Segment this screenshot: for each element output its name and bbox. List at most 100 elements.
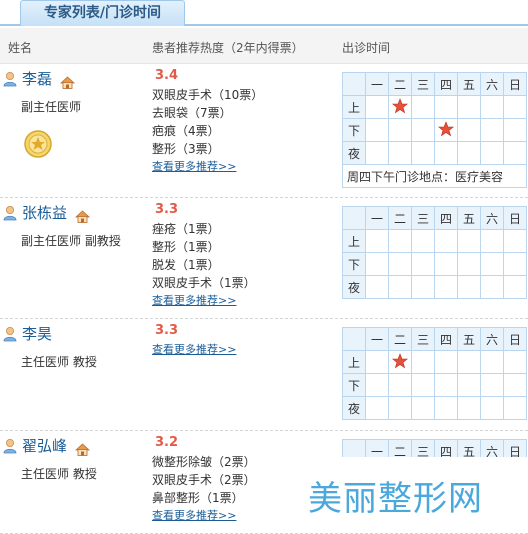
list-header: 姓名 患者推荐热度（2年内得票） 出诊时间 xyxy=(0,28,528,64)
schedule-period-label: 下 xyxy=(342,373,366,397)
schedule-cell xyxy=(388,141,412,165)
schedule-cell xyxy=(411,141,435,165)
home-page-icon[interactable] xyxy=(74,441,91,460)
schedule-cell xyxy=(411,373,435,397)
schedule-cell xyxy=(480,95,504,119)
tab-expert-list[interactable]: 专家列表/门诊时间 xyxy=(20,0,185,26)
header-name: 姓名 xyxy=(8,41,33,55)
schedule-cell xyxy=(503,141,527,165)
watermark-text: 美丽整形网 xyxy=(308,479,483,519)
schedule-cell xyxy=(411,118,435,142)
schedule-cell xyxy=(480,141,504,165)
schedule-day-header: 一 xyxy=(365,327,389,351)
schedule-cell xyxy=(457,95,481,119)
home-page-icon[interactable] xyxy=(74,208,91,227)
doctor-name-link[interactable]: 张栋益 xyxy=(22,202,67,223)
schedule-cell xyxy=(503,275,527,299)
schedule-cell xyxy=(411,350,435,374)
schedule-day-header: 六 xyxy=(480,72,504,96)
schedule-cell xyxy=(480,373,504,397)
clinic-star-icon xyxy=(437,120,455,140)
schedule-cell xyxy=(411,229,435,253)
schedule-day-header: 四 xyxy=(434,327,458,351)
clinic-star-icon xyxy=(391,352,409,372)
schedule-cell xyxy=(434,229,458,253)
schedule-cell xyxy=(480,252,504,276)
schedule-cell xyxy=(434,396,458,420)
schedule-cell xyxy=(503,373,527,397)
doctor-name-link[interactable]: 李昊 xyxy=(22,323,52,344)
schedule-cell xyxy=(388,118,412,142)
schedule-cell xyxy=(434,373,458,397)
schedule-day-header: 一 xyxy=(365,72,389,96)
schedule-day-header: 日 xyxy=(503,72,527,96)
schedule-cell xyxy=(457,275,481,299)
schedule-period-label: 下 xyxy=(342,252,366,276)
schedule-cell xyxy=(457,141,481,165)
schedule-corner xyxy=(342,327,366,351)
schedule-day-header: 三 xyxy=(411,206,435,230)
schedule-period-label: 上 xyxy=(342,95,366,119)
schedule-cell xyxy=(411,396,435,420)
vote-list: 双眼皮手术（10票） 去眼袋（7票） 疤痕（4票） 整形（3票） 查看更多推荐>> xyxy=(152,86,263,176)
recommend-score: 3.3 xyxy=(155,323,179,338)
schedule-cell xyxy=(388,396,412,420)
schedule-cell xyxy=(365,229,389,253)
header-recommend: 患者推荐热度（2年内得票） xyxy=(152,41,304,55)
schedule-cell xyxy=(388,275,412,299)
doctor-name-link[interactable]: 李磊 xyxy=(22,68,52,89)
schedule-day-header: 一 xyxy=(365,206,389,230)
schedule-cell xyxy=(365,252,389,276)
doctor-title: 副主任医师 副教授 xyxy=(21,234,121,248)
watermark: 美丽整形网 xyxy=(272,457,528,533)
recommend-score: 3.4 xyxy=(155,68,179,83)
vote-item: 整形（1票） xyxy=(152,240,220,254)
recommend-score: 3.2 xyxy=(155,435,179,450)
vote-list: 查看更多推荐>> xyxy=(152,341,236,359)
schedule-period-label: 夜 xyxy=(342,275,366,299)
vote-item: 微整形除皱（2票） xyxy=(152,455,256,469)
schedule-day-header: 日 xyxy=(503,206,527,230)
schedule-period-label: 夜 xyxy=(342,396,366,420)
schedule-cell xyxy=(457,252,481,276)
doctor-row: 李磊 副主任医师 3.4 双眼皮手术（10票） 去眼袋（7票） 疤痕（4票） 整形（3票） 查… xyxy=(0,64,528,198)
view-more-link[interactable]: 查看更多推荐>> xyxy=(152,292,256,310)
schedule-day-header: 五 xyxy=(457,206,481,230)
schedule-period-label: 上 xyxy=(342,350,366,374)
schedule-cell xyxy=(365,141,389,165)
view-more-link[interactable]: 查看更多推荐>> xyxy=(152,507,256,525)
schedule-cell xyxy=(411,95,435,119)
schedule-corner xyxy=(342,72,366,96)
schedule-cell xyxy=(434,252,458,276)
vote-list: 微整形除皱（2票） 双眼皮手术（2票） 鼻部整形（1票） 查看更多推荐>> xyxy=(152,453,256,525)
vote-item: 整形（3票） xyxy=(152,142,220,156)
home-page-icon[interactable] xyxy=(59,74,76,93)
view-more-link[interactable]: 查看更多推荐>> xyxy=(152,341,236,359)
schedule-cell xyxy=(434,275,458,299)
clinic-schedule-table: 一二三四五六日上下夜 xyxy=(342,327,527,420)
doctor-title: 主任医师 教授 xyxy=(21,355,97,369)
schedule-cell xyxy=(411,275,435,299)
schedule-cell xyxy=(503,95,527,119)
vote-item: 痤疮（1票） xyxy=(152,222,220,236)
schedule-cell xyxy=(388,229,412,253)
schedule-cell xyxy=(503,350,527,374)
schedule-cell xyxy=(365,396,389,420)
vote-item: 脱发（1票） xyxy=(152,258,220,272)
schedule-cell xyxy=(457,396,481,420)
schedule-corner xyxy=(342,206,366,230)
schedule-cell xyxy=(503,229,527,253)
view-more-link[interactable]: 查看更多推荐>> xyxy=(152,158,263,176)
doctor-avatar-icon xyxy=(3,438,17,458)
doctor-name-link[interactable]: 翟弘峰 xyxy=(22,435,67,456)
header-clinic-time: 出诊时间 xyxy=(342,41,391,55)
schedule-cell xyxy=(503,118,527,142)
schedule-cell xyxy=(388,95,412,119)
schedule-cell xyxy=(388,350,412,374)
clinic-schedule-table: 一二三四五六日上下夜 xyxy=(342,206,527,299)
doctor-avatar-icon xyxy=(3,205,17,225)
schedule-cell xyxy=(388,252,412,276)
doctor-avatar-icon xyxy=(3,71,17,91)
doctor-row: 李昊主任医师 教授 3.3 查看更多推荐>> 一二三四五六日上下夜 xyxy=(0,319,528,431)
schedule-cell xyxy=(503,252,527,276)
